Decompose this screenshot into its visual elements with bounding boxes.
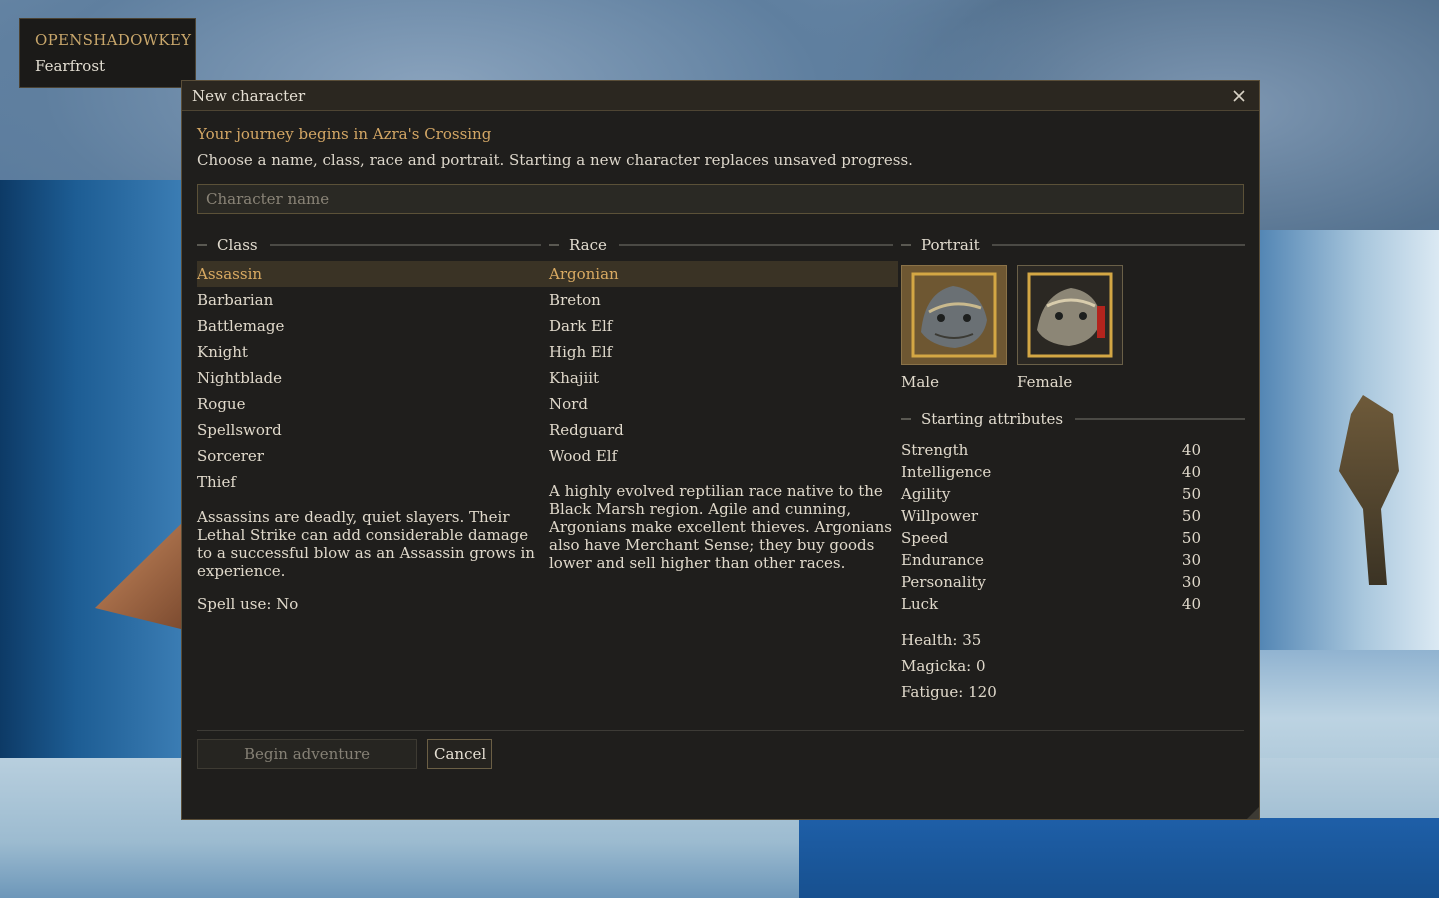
class-item-assassin[interactable]: Assassin [197, 261, 549, 287]
attribute-value: 40 [1181, 463, 1201, 481]
attribute-name: Willpower [901, 507, 979, 525]
attribute-row-speed: Speed 50 [901, 527, 1201, 549]
race-list: Argonian Breton Dark Elf High Elf Khajiit Nor… [549, 261, 898, 469]
portrait-male-label: Male [901, 373, 939, 391]
attribute-value: 40 [1181, 595, 1201, 613]
dialog-title: New character [192, 86, 306, 105]
attribute-row-strength: Strength 40 [901, 439, 1201, 461]
resize-grip[interactable] [1247, 807, 1259, 819]
race-item-dark-elf[interactable]: Dark Elf [549, 313, 898, 339]
class-item-sorcerer[interactable]: Sorcerer [197, 443, 549, 469]
attribute-name: Speed [901, 529, 949, 547]
heading-dash [549, 244, 559, 246]
attribute-value: 50 [1181, 529, 1201, 547]
class-list: Assassin Barbarian Battlemage Knight Nightbl… [197, 261, 549, 495]
portrait-section-heading: Portrait [901, 235, 1245, 255]
begin-adventure-button[interactable]: Begin adventure [197, 739, 417, 769]
heading-dash [901, 418, 911, 420]
race-item-high-elf[interactable]: High Elf [549, 339, 898, 365]
attribute-name: Strength [901, 441, 969, 459]
attribute-row-intelligence: Intelligence 40 [901, 461, 1201, 483]
heading-rule [1075, 418, 1245, 420]
attribute-value: 50 [1181, 507, 1201, 525]
heading-rule [991, 244, 1245, 246]
race-item-redguard[interactable]: Redguard [549, 417, 898, 443]
water-floor [799, 818, 1439, 898]
race-item-khajiit[interactable]: Khajiit [549, 365, 898, 391]
heading-dash [901, 244, 911, 246]
attribute-row-personality: Personality 30 [901, 571, 1201, 593]
race-item-wood-elf[interactable]: Wood Elf [549, 443, 898, 469]
attribute-value: 50 [1181, 485, 1201, 503]
portrait-female[interactable] [1017, 265, 1123, 365]
race-heading-label: Race [569, 236, 607, 254]
class-item-spellsword[interactable]: Spellsword [197, 417, 549, 443]
magicka-stat: Magicka: 0 [901, 657, 986, 675]
class-description: Assassins are deadly, quiet slayers. The… [197, 508, 535, 580]
attribute-value: 30 [1181, 551, 1201, 569]
ice-wall-right [1249, 230, 1439, 650]
ice-wall-left [0, 180, 190, 800]
class-item-battlemage[interactable]: Battlemage [197, 313, 549, 339]
class-item-knight[interactable]: Knight [197, 339, 549, 365]
heading-rule [269, 244, 541, 246]
attribute-row-endurance: Endurance 30 [901, 549, 1201, 571]
dialog-body: Your journey begins in Azra's Crossing C… [197, 111, 1245, 819]
class-heading-label: Class [217, 236, 258, 254]
class-item-rogue[interactable]: Rogue [197, 391, 549, 417]
race-description: A highly evolved reptilian race native t… [549, 482, 892, 572]
profile-box: OPENSHADOWKEY Fearfrost [19, 18, 196, 88]
race-item-argonian[interactable]: Argonian [549, 261, 898, 287]
close-button[interactable] [1229, 86, 1249, 106]
character-name-input[interactable] [197, 184, 1244, 214]
attributes-section-heading: Starting attributes [901, 409, 1245, 429]
class-item-barbarian[interactable]: Barbarian [197, 287, 549, 313]
attribute-name: Personality [901, 573, 986, 591]
attribute-row-luck: Luck 40 [901, 593, 1201, 615]
class-item-thief[interactable]: Thief [197, 469, 549, 495]
class-section-heading: Class [197, 235, 541, 255]
attribute-name: Intelligence [901, 463, 992, 481]
health-stat: Health: 35 [901, 631, 982, 649]
fatigue-stat: Fatigue: 120 [901, 683, 997, 701]
intro-text: Choose a name, class, race and portrait.… [197, 151, 913, 169]
attribute-value: 30 [1181, 573, 1201, 591]
race-section-heading: Race [549, 235, 893, 255]
argonian-male-portrait-icon [911, 272, 997, 358]
attribute-row-willpower: Willpower 50 [901, 505, 1201, 527]
account-name: OPENSHADOWKEY [35, 31, 192, 49]
attribute-name: Agility [901, 485, 951, 503]
cancel-button[interactable]: Cancel [427, 739, 492, 769]
portrait-male[interactable] [901, 265, 1007, 365]
race-item-nord[interactable]: Nord [549, 391, 898, 417]
spell-use-text: Spell use: No [197, 595, 299, 613]
journey-heading: Your journey begins in Azra's Crossing [197, 125, 492, 143]
race-item-breton[interactable]: Breton [549, 287, 898, 313]
new-character-dialog: New character Your journey begins in Azr… [181, 80, 1260, 820]
portrait-heading-label: Portrait [921, 236, 980, 254]
attributes-heading-label: Starting attributes [921, 410, 1064, 428]
portrait-female-label: Female [1017, 373, 1073, 391]
argonian-female-portrait-icon [1027, 272, 1113, 358]
attribute-name: Endurance [901, 551, 984, 569]
heading-dash [197, 244, 207, 246]
character-name: Fearfrost [35, 57, 106, 75]
footer-divider [197, 730, 1244, 731]
attribute-list: Strength 40 Intelligence 40 Agility 50 Willpow… [901, 439, 1201, 615]
close-icon [1233, 89, 1245, 102]
heading-rule [618, 244, 893, 246]
attribute-value: 40 [1181, 441, 1201, 459]
dialog-titlebar: New character [182, 81, 1259, 111]
attribute-row-agility: Agility 50 [901, 483, 1201, 505]
attribute-name: Luck [901, 595, 939, 613]
class-item-nightblade[interactable]: Nightblade [197, 365, 549, 391]
